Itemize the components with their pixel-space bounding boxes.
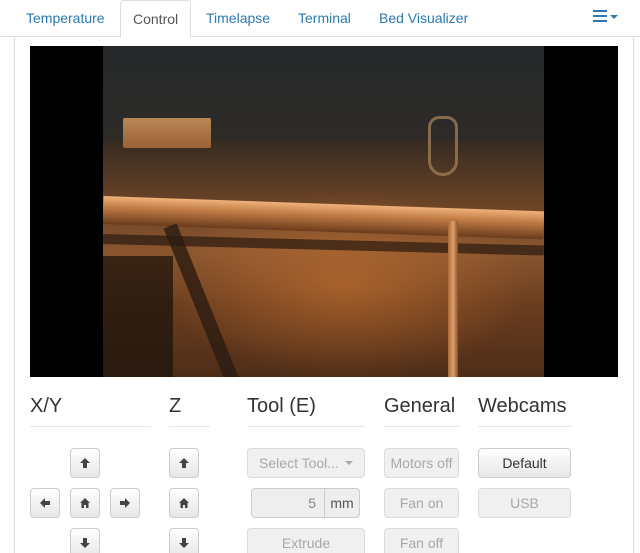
extrude-amount-input[interactable]: 5 xyxy=(251,488,324,518)
webcams-divider xyxy=(478,426,571,427)
extrude-amount-unit: mm xyxy=(324,488,360,518)
select-tool-label: Select Tool... xyxy=(259,455,339,471)
webcam-usb-button[interactable]: USB xyxy=(478,488,571,518)
tab-bed-visualizer[interactable]: Bed Visualizer xyxy=(367,0,480,37)
arrow-up-icon xyxy=(79,457,91,469)
tool-heading: Tool (E) xyxy=(247,395,316,417)
tab-temperature[interactable]: Temperature xyxy=(14,0,117,37)
motors-off-button[interactable]: Motors off xyxy=(384,448,459,478)
select-tool-dropdown[interactable]: Select Tool... xyxy=(247,448,365,478)
caret-down-icon xyxy=(344,461,353,465)
jog-x-plus-button[interactable] xyxy=(110,488,140,518)
jog-z-minus-button[interactable] xyxy=(169,528,199,553)
tab-control[interactable]: Control xyxy=(120,0,192,38)
tab-bar: Temperature Control Timelapse Terminal B… xyxy=(0,0,640,38)
jog-y-plus-button[interactable] xyxy=(70,448,100,478)
home-icon xyxy=(79,497,91,509)
jog-x-minus-button[interactable] xyxy=(30,488,60,518)
extrude-amount-group: 5 mm xyxy=(251,488,360,518)
tool-divider xyxy=(247,426,365,427)
z-heading: Z xyxy=(169,395,182,417)
arrow-right-icon xyxy=(119,497,131,509)
xy-heading: X/Y xyxy=(30,395,63,417)
tab-timelapse[interactable]: Timelapse xyxy=(194,0,282,37)
z-divider xyxy=(169,426,210,427)
tab-overflow-menu[interactable] xyxy=(593,9,618,25)
home-icon xyxy=(178,497,190,509)
general-divider xyxy=(384,426,459,427)
fan-on-button[interactable]: Fan on xyxy=(384,488,459,518)
home-z-button[interactable] xyxy=(169,488,199,518)
jog-z-plus-button[interactable] xyxy=(169,448,199,478)
webcams-heading: Webcams xyxy=(478,395,567,417)
jog-y-minus-button[interactable] xyxy=(70,528,100,553)
webcam-image xyxy=(103,46,544,377)
list-icon xyxy=(593,9,607,25)
arrow-left-icon xyxy=(39,497,51,509)
home-xy-button[interactable] xyxy=(70,488,100,518)
xy-divider xyxy=(30,426,151,427)
webcam-default-button[interactable]: Default xyxy=(478,448,571,478)
caret-down-icon xyxy=(610,15,618,19)
extrude-button[interactable]: Extrude xyxy=(247,528,365,553)
general-heading: General xyxy=(384,395,456,417)
tab-terminal[interactable]: Terminal xyxy=(286,0,363,37)
webcam-stream xyxy=(30,46,618,377)
arrow-down-icon xyxy=(79,537,91,549)
arrow-up-icon xyxy=(178,457,190,469)
fan-off-button[interactable]: Fan off xyxy=(384,528,459,553)
arrow-down-icon xyxy=(178,537,190,549)
